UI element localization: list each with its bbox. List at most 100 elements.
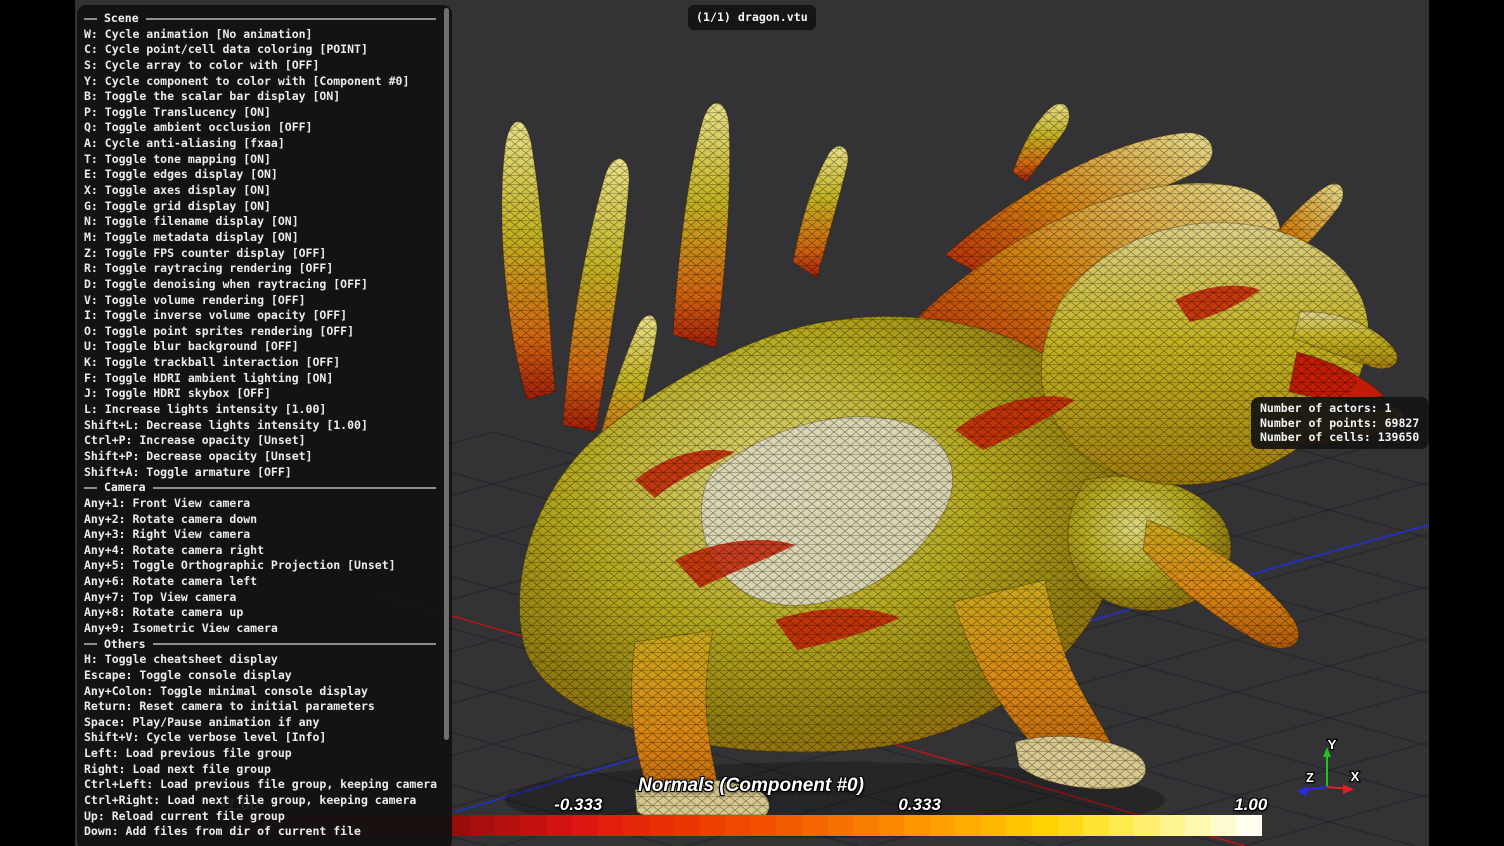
colormap-segment bbox=[598, 815, 624, 836]
cheatsheet-line: Ctrl+Left: Load previous file group, kee… bbox=[84, 777, 444, 793]
render-viewport[interactable]: Normals (Component #0) -1.00-0.3330.3331… bbox=[75, 0, 1429, 846]
scalar-bar-title: Normals (Component #0) bbox=[638, 775, 864, 797]
cheatsheet-line: Shift+L: Decrease lights intensity [1.00… bbox=[84, 418, 444, 434]
cheatsheet-line: Any+9: Isometric View camera bbox=[84, 621, 444, 637]
colormap-segment bbox=[1006, 815, 1032, 836]
colormap-segment bbox=[649, 815, 675, 836]
section-items: H: Toggle cheatsheet displayEscape: Togg… bbox=[84, 652, 444, 840]
colormap-segment bbox=[1134, 815, 1160, 836]
y-axis-label: Y bbox=[1328, 737, 1337, 752]
colormap-segment bbox=[521, 815, 547, 836]
cheatsheet-line: X: Toggle axes display [ON] bbox=[84, 183, 444, 199]
cheatsheet-line: Up: Reload current file group bbox=[84, 809, 444, 825]
section-items: Any+1: Front View cameraAny+2: Rotate ca… bbox=[84, 496, 444, 637]
colormap-segment bbox=[700, 815, 726, 836]
section-header: Camera bbox=[84, 480, 444, 496]
cheatsheet-line: Shift+V: Cycle verbose level [Info] bbox=[84, 730, 444, 746]
metadata-line: Number of points: 69827 bbox=[1260, 416, 1420, 431]
colormap-segment bbox=[1083, 815, 1109, 836]
cheatsheet-line: H: Toggle cheatsheet display bbox=[84, 652, 444, 668]
colormap-segment bbox=[828, 815, 854, 836]
filename-badge: (1/1) dragon.vtu bbox=[688, 5, 816, 30]
cheatsheet-line: P: Toggle Translucency [ON] bbox=[84, 105, 444, 121]
cheatsheet-line: K: Toggle trackball interaction [OFF] bbox=[84, 355, 444, 371]
colormap-segment bbox=[879, 815, 905, 836]
colormap-segment bbox=[572, 815, 598, 836]
metadata-box: Number of actors: 1Number of points: 698… bbox=[1251, 397, 1429, 449]
cheatsheet-line: Ctrl+Right: Load next file group, keepin… bbox=[84, 793, 444, 809]
cheatsheet-line: Any+Colon: Toggle minimal console displa… bbox=[84, 684, 444, 700]
cheatsheet-line: O: Toggle point sprites rendering [OFF] bbox=[84, 324, 444, 340]
cheatsheet-line: U: Toggle blur background [OFF] bbox=[84, 339, 444, 355]
section-title: Camera bbox=[104, 480, 146, 496]
z-axis-label: Z bbox=[1306, 770, 1314, 785]
section-header: Others bbox=[84, 637, 444, 653]
cheatsheet-line: Space: Play/Pause animation if any bbox=[84, 715, 444, 731]
cheatsheet-line: Any+8: Rotate camera up bbox=[84, 605, 444, 621]
cheatsheet-line: Shift+P: Decrease opacity [Unset] bbox=[84, 449, 444, 465]
cheatsheet-line: B: Toggle the scalar bar display [ON] bbox=[84, 89, 444, 105]
section-title: Others bbox=[104, 637, 146, 653]
cheatsheet-line: Any+3: Right View camera bbox=[84, 527, 444, 543]
cheatsheet-line: Down: Add files from dir of current file bbox=[84, 824, 444, 840]
cheatsheet-scrollbar[interactable] bbox=[444, 8, 449, 740]
cheatsheet-line: D: Toggle denoising when raytracing [OFF… bbox=[84, 277, 444, 293]
cheatsheet-section: Camera Any+1: Front View cameraAny+2: Ro… bbox=[84, 480, 444, 636]
cheatsheet-sections: Scene W: Cycle animation [No animation]C… bbox=[84, 11, 444, 840]
cheatsheet-line: J: Toggle HDRI skybox [OFF] bbox=[84, 386, 444, 402]
z-arrowhead-icon bbox=[1297, 786, 1307, 796]
cheatsheet-line: Ctrl+P: Increase opacity [Unset] bbox=[84, 433, 444, 449]
cheatsheet-line: Any+7: Top View camera bbox=[84, 590, 444, 606]
colormap-segment bbox=[1109, 815, 1135, 836]
x-axis-arrow bbox=[1327, 787, 1345, 789]
metadata-line: Number of cells: 139650 bbox=[1260, 430, 1420, 445]
cheatsheet-line: Any+4: Rotate camera right bbox=[84, 543, 444, 559]
colormap-segment bbox=[470, 815, 496, 836]
colormap-segment bbox=[623, 815, 649, 836]
cheatsheet-line: Right: Load next file group bbox=[84, 762, 444, 778]
cheatsheet-line: M: Toggle metadata display [ON] bbox=[84, 230, 444, 246]
cheatsheet-line: Any+1: Front View camera bbox=[84, 496, 444, 512]
cheatsheet-line: V: Toggle volume rendering [OFF] bbox=[84, 293, 444, 309]
cheatsheet-line: S: Cycle array to color with [OFF] bbox=[84, 58, 444, 74]
cheatsheet-line: Y: Cycle component to color with [Compon… bbox=[84, 74, 444, 90]
cheatsheet-line: Return: Reset camera to initial paramete… bbox=[84, 699, 444, 715]
cheatsheet-line: Z: Toggle FPS counter display [OFF] bbox=[84, 246, 444, 262]
cheatsheet-line: F: Toggle HDRI ambient lighting [ON] bbox=[84, 371, 444, 387]
metadata-line: Number of actors: 1 bbox=[1260, 401, 1420, 416]
x-arrowhead-icon bbox=[1343, 785, 1354, 795]
cheatsheet-line: Any+5: Toggle Orthographic Projection [U… bbox=[84, 558, 444, 574]
cheatsheet-line: R: Toggle raytracing rendering [OFF] bbox=[84, 261, 444, 277]
colormap-segment bbox=[853, 815, 879, 836]
colormap-segment bbox=[547, 815, 573, 836]
colormap-segment bbox=[751, 815, 777, 836]
z-axis-arrow bbox=[1306, 787, 1327, 790]
cheatsheet-section: Scene W: Cycle animation [No animation]C… bbox=[84, 11, 444, 480]
cheatsheet-line: Any+2: Rotate camera down bbox=[84, 512, 444, 528]
cheatsheet-line: E: Toggle edges display [ON] bbox=[84, 167, 444, 183]
colormap-segment bbox=[1211, 815, 1237, 836]
cheatsheet-line: A: Cycle anti-aliasing [fxaa] bbox=[84, 136, 444, 152]
cheatsheet-line: N: Toggle filename display [ON] bbox=[84, 214, 444, 230]
colormap-segment bbox=[904, 815, 930, 836]
cheatsheet-line: Shift+A: Toggle armature [OFF] bbox=[84, 465, 444, 481]
cheatsheet-line: I: Toggle inverse volume opacity [OFF] bbox=[84, 308, 444, 324]
axes-widget: Y X Z bbox=[1265, 725, 1405, 805]
scalar-bar-label: 1.00 bbox=[1234, 795, 1267, 815]
cheatsheet-line: Q: Toggle ambient occlusion [OFF] bbox=[84, 120, 444, 136]
colormap-segment bbox=[930, 815, 956, 836]
colormap-segment bbox=[1185, 815, 1211, 836]
cheatsheet-line: T: Toggle tone mapping [ON] bbox=[84, 152, 444, 168]
colormap-segment bbox=[674, 815, 700, 836]
colormap-segment bbox=[776, 815, 802, 836]
cheatsheet-line: C: Cycle point/cell data coloring [POINT… bbox=[84, 42, 444, 58]
colormap-segment bbox=[1032, 815, 1058, 836]
cheatsheet-line: Escape: Toggle console display bbox=[84, 668, 444, 684]
scalar-bar-label: 0.333 bbox=[898, 795, 941, 815]
colormap-segment bbox=[725, 815, 751, 836]
cheatsheet-line: Any+6: Rotate camera left bbox=[84, 574, 444, 590]
colormap-segment bbox=[981, 815, 1007, 836]
scalar-bar-label: -0.333 bbox=[554, 795, 602, 815]
cheatsheet-line: L: Increase lights intensity [1.00] bbox=[84, 402, 444, 418]
x-axis-label: X bbox=[1351, 769, 1360, 784]
